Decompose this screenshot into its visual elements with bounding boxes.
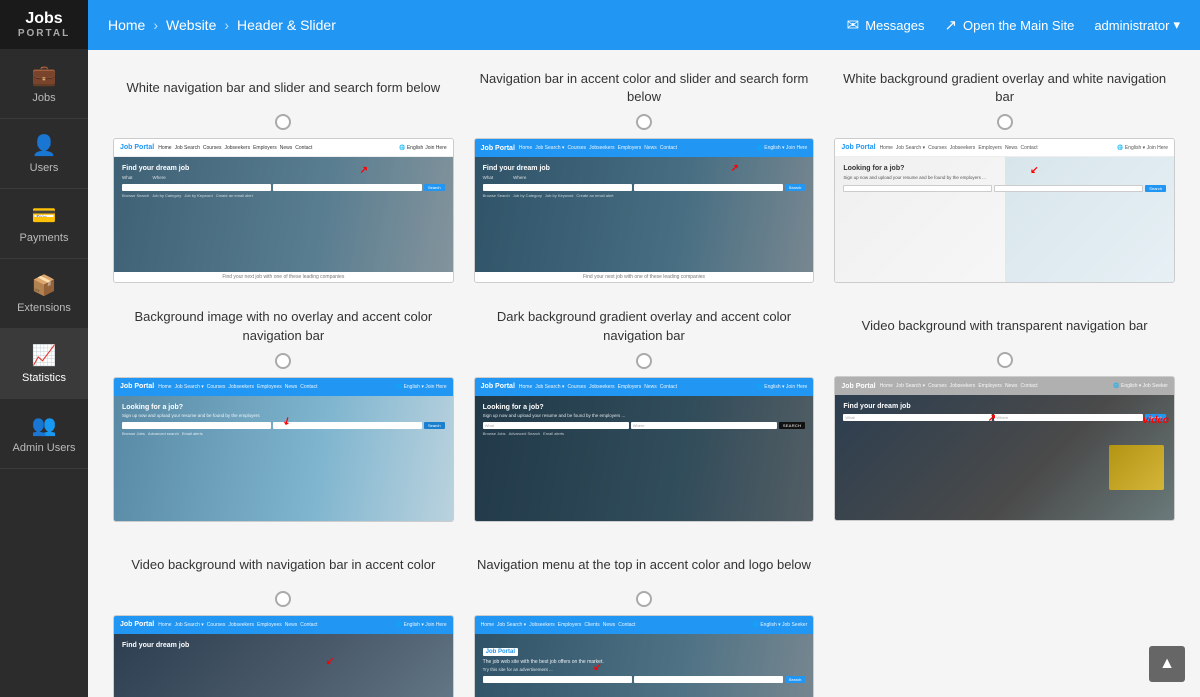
logo-title: Jobs <box>25 10 62 28</box>
option-radio-3[interactable] <box>997 114 1013 130</box>
option-image-1: Job Portal HomeJob SearchCoursesJobseeke… <box>113 138 454 283</box>
option-image-8: HomeJob Search ▾JobseekersEmployersClien… <box>474 615 815 697</box>
option-label-2: Navigation bar in accent color and slide… <box>474 70 815 106</box>
breadcrumb-current: Header & Slider <box>237 17 336 33</box>
option-card-4[interactable]: Background image with no overlay and acc… <box>113 308 454 521</box>
sidebar-item-extensions[interactable]: 📦 Extensions <box>0 259 88 329</box>
sidebar-item-admin-users[interactable]: 👥 Admin Users <box>0 399 88 469</box>
option-radio-5[interactable] <box>636 353 652 369</box>
preview-nav-1: Job Portal HomeJob SearchCoursesJobseeke… <box>114 139 453 157</box>
statistics-icon: 📈 <box>32 343 57 368</box>
option-label-1: White navigation bar and slider and sear… <box>127 70 441 106</box>
messages-label: Messages <box>865 18 924 33</box>
users-icon: 👤 <box>32 133 57 158</box>
messages-icon: ✉ <box>847 16 860 34</box>
users-label: Users <box>30 162 59 174</box>
jobs-label: Jobs <box>32 92 55 104</box>
option-label-3: White background gradient overlay and wh… <box>834 70 1175 106</box>
payments-icon: 💳 <box>32 203 57 228</box>
sidebar-logo: Jobs PORTAL <box>0 0 88 49</box>
options-grid: White navigation bar and slider and sear… <box>113 70 1175 697</box>
preview-nav-8: HomeJob Search ▾JobseekersEmployersClien… <box>475 616 814 634</box>
option-card-6[interactable]: Video background with transparent naviga… <box>834 308 1175 521</box>
option-image-7: Job Portal HomeJob Search ▾CoursesJobsee… <box>113 615 454 697</box>
sidebar-item-payments[interactable]: 💳 Payments <box>0 189 88 259</box>
preview-nav-3: Job Portal HomeJob Search ▾CoursesJobsee… <box>835 139 1174 157</box>
jobs-icon: 💼 <box>32 63 57 88</box>
option-card-1[interactable]: White navigation bar and slider and sear… <box>113 70 454 283</box>
content-area: White navigation bar and slider and sear… <box>88 50 1200 697</box>
preview-nav-4: Job Portal HomeJob Search ▾CoursesJobsee… <box>114 378 453 396</box>
preview-nav-5: Job Portal HomeJob Search ▾CoursesJobsee… <box>475 378 814 396</box>
option-radio-8[interactable] <box>636 591 652 607</box>
option-image-6: Job Portal HomeJob Search ▾CoursesJobsee… <box>834 376 1175 521</box>
option-card-5[interactable]: Dark background gradient overlay and acc… <box>474 308 815 521</box>
option-radio-6[interactable] <box>997 352 1013 368</box>
payments-label: Payments <box>20 232 69 244</box>
option-label-6: Video background with transparent naviga… <box>862 308 1148 344</box>
preview-nav-2: Job Portal HomeJob Search ▾CoursesJobsee… <box>475 139 814 157</box>
preview-nav-7: Job Portal HomeJob Search ▾CoursesJobsee… <box>114 616 453 634</box>
sidebar: Jobs PORTAL 💼 Jobs 👤 Users 💳 Payments 📦 … <box>0 0 88 697</box>
chevron-down-icon: ▾ <box>1173 17 1180 33</box>
sidebar-item-jobs[interactable]: 💼 Jobs <box>0 49 88 119</box>
admin-users-label: Admin Users <box>13 442 76 454</box>
option-image-2: Job Portal HomeJob Search ▾CoursesJobsee… <box>474 138 815 283</box>
topbar: Home › Website › Header & Slider ✉ Messa… <box>88 0 1200 50</box>
statistics-label: Statistics <box>22 372 66 384</box>
option-image-5: Job Portal HomeJob Search ▾CoursesJobsee… <box>474 377 815 522</box>
external-link-icon: ↗ <box>944 16 957 34</box>
preview-bottom-2: Find your next job with one of these lea… <box>475 272 814 282</box>
breadcrumb-website[interactable]: Website <box>166 17 216 33</box>
sidebar-item-users[interactable]: 👤 Users <box>0 119 88 189</box>
logo-subtitle: PORTAL <box>18 28 70 39</box>
option-card-7[interactable]: Video background with navigation bar in … <box>113 547 454 697</box>
option-radio-1[interactable] <box>275 114 291 130</box>
option-label-8: Navigation menu at the top in accent col… <box>477 547 811 583</box>
option-label-4: Background image with no overlay and acc… <box>113 308 454 344</box>
open-main-site-button[interactable]: ↗ Open the Main Site <box>944 16 1074 34</box>
option-radio-7[interactable] <box>275 591 291 607</box>
breadcrumb-sep2: › <box>224 17 229 33</box>
extensions-label: Extensions <box>17 302 71 314</box>
option-radio-4[interactable] <box>275 353 291 369</box>
breadcrumb-sep1: › <box>153 17 158 33</box>
option-image-4: Job Portal HomeJob Search ▾CoursesJobsee… <box>113 377 454 522</box>
admin-users-icon: 👥 <box>32 413 57 438</box>
preview-nav-6: Job Portal HomeJob Search ▾CoursesJobsee… <box>835 377 1174 395</box>
option-label-5: Dark background gradient overlay and acc… <box>474 308 815 344</box>
option-card-2[interactable]: Navigation bar in accent color and slide… <box>474 70 815 283</box>
open-main-site-label: Open the Main Site <box>963 18 1074 33</box>
topbar-actions: ✉ Messages ↗ Open the Main Site administ… <box>847 16 1180 34</box>
option-radio-2[interactable] <box>636 114 652 130</box>
sidebar-item-statistics[interactable]: 📈 Statistics <box>0 329 88 399</box>
option-image-3: Job Portal HomeJob Search ▾CoursesJobsee… <box>834 138 1175 283</box>
scroll-to-top-button[interactable]: ▲ <box>1149 646 1185 682</box>
option-card-8[interactable]: Navigation menu at the top in accent col… <box>474 547 815 697</box>
option-label-7: Video background with navigation bar in … <box>131 547 435 583</box>
breadcrumb: Home › Website › Header & Slider <box>108 17 847 33</box>
preview-bottom-1: Find your next job with one of these lea… <box>114 272 453 282</box>
breadcrumb-home[interactable]: Home <box>108 17 145 33</box>
main-area: Home › Website › Header & Slider ✉ Messa… <box>88 0 1200 697</box>
extensions-icon: 📦 <box>32 273 57 298</box>
admin-label: administrator <box>1094 18 1169 33</box>
messages-button[interactable]: ✉ Messages <box>847 16 925 34</box>
option-card-3[interactable]: White background gradient overlay and wh… <box>834 70 1175 283</box>
admin-dropdown[interactable]: administrator ▾ <box>1094 17 1180 33</box>
chevron-up-icon: ▲ <box>1159 655 1175 673</box>
